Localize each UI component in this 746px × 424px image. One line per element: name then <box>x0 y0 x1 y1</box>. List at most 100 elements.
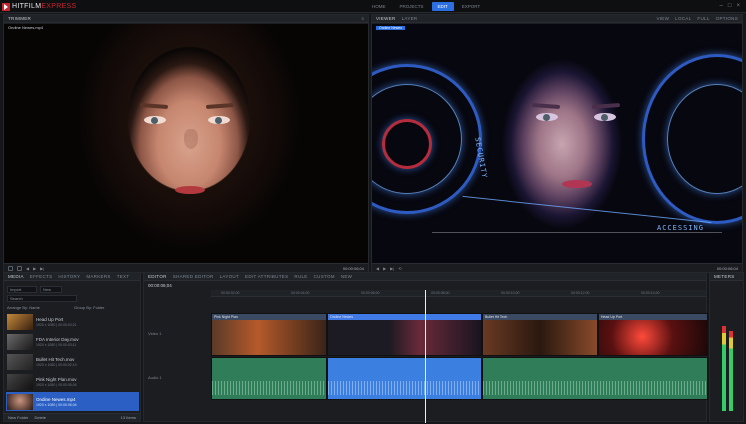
audio-clip-selected[interactable] <box>327 357 482 400</box>
meter-left <box>722 326 726 411</box>
clip-thumbnail <box>7 333 33 350</box>
list-item[interactable]: Head Up Port 1920 x 1080 | 00:00:04;21 <box>6 312 139 331</box>
clip-meta: 1920 x 1080 | 00:00:03;11 <box>36 342 77 347</box>
clip-name: Bullet Hit Tech.mov <box>36 356 75 362</box>
viewer-header: VIEWER LAYER VIEW LOCAL FULL OPTIONS <box>372 15 742 23</box>
play-icon[interactable]: ▶ <box>383 266 386 271</box>
viewer-video-frame[interactable]: Ondine Newes SECURITY ACCESSING <box>372 24 742 263</box>
ruler-tick: 00:00:04;00 <box>291 291 310 295</box>
tab-editor[interactable]: EDITOR <box>148 274 167 279</box>
clip-meta: 1920 x 1080 | 00:00:02;19 <box>36 362 77 367</box>
zoom-menu[interactable]: FULL <box>697 16 709 21</box>
tab-viewer[interactable]: VIEWER <box>376 16 396 21</box>
tab-new[interactable]: NEW <box>341 274 352 279</box>
tab-markers[interactable]: MARKERS <box>86 274 110 279</box>
list-item[interactable]: Pink Night Plan.mov 1920 x 1080 | 00:00:0… <box>6 372 139 391</box>
panel-menu-icon[interactable]: ≡ <box>361 16 364 21</box>
list-item[interactable]: Bullet Hit Tech.mov 1920 x 1080 | 00:00:0… <box>6 352 139 371</box>
clip-name: Pink Night Plan.mov <box>36 376 77 382</box>
clip-thumbnail <box>7 373 33 390</box>
prev-frame-icon[interactable]: ◀ <box>26 266 29 271</box>
import-button[interactable]: Import <box>7 286 37 293</box>
tab-edit-attributes[interactable]: EDIT ATTRIBUTES <box>245 274 288 279</box>
loop-icon[interactable]: ⟲ <box>398 266 401 271</box>
ruler-tick: 00:00:10;00 <box>501 291 520 295</box>
viewer-clip-tag: Ondine Newes <box>376 26 405 30</box>
video-clip[interactable]: Bullet Hit Tech <box>482 313 598 356</box>
tab-history[interactable]: HISTORY <box>58 274 80 279</box>
workspace-tabs: HOME PROJECTS EDIT EXPORT <box>366 2 486 11</box>
clip-meta: 1920 x 1080 | 00:00:05;04 <box>36 382 77 387</box>
editor-tabs: EDITOR SHARED EDITOR LAYOUT EDIT ATTRIBU… <box>144 273 706 281</box>
media-tabs: MEDIA EFFECTS HISTORY MARKERS TEXT <box>4 273 140 281</box>
editor-timecode: 00:00:06;04 <box>148 283 172 288</box>
meters-title: METERS <box>714 274 735 279</box>
video-clip-selected[interactable]: Ondine Newes <box>327 313 482 356</box>
trimmer-panel: TRIMMER ≡ Ondine Newes.mp4 ◀ ▶ ▶| 00:00:… <box>3 14 369 273</box>
delete-button[interactable]: Delete <box>34 415 46 420</box>
tab-layout[interactable]: LAYOUT <box>220 274 239 279</box>
search-input[interactable]: Search <box>7 295 77 302</box>
tab-home[interactable]: HOME <box>366 2 392 11</box>
play-logo-icon <box>2 2 10 11</box>
tab-shared-editor[interactable]: SHARED EDITOR <box>173 274 214 279</box>
new-button[interactable]: New <box>40 286 62 293</box>
track-label-video: Video 1 <box>148 331 162 336</box>
tab-text[interactable]: TEXT <box>117 274 130 279</box>
options-menu[interactable]: OPTIONS <box>716 16 738 21</box>
clip-thumbnail <box>7 393 33 410</box>
video-clip[interactable]: Head Up Port <box>598 313 708 356</box>
tab-export[interactable]: EXPORT <box>456 2 486 11</box>
list-item-selected[interactable]: Ondine Newes.mp4 1920 x 1080 | 00:00:06;0… <box>6 392 139 411</box>
meters-panel: METERS <box>709 272 744 422</box>
brand-main: HITFILM <box>12 3 42 10</box>
item-count: 13 Items <box>120 415 136 420</box>
tab-effects[interactable]: EFFECTS <box>30 274 53 279</box>
mark-in-icon[interactable] <box>8 265 13 271</box>
ruler-tick: 00:00:02;00 <box>221 291 240 295</box>
maximize-icon[interactable]: □ <box>728 3 732 9</box>
close-icon[interactable]: × <box>736 3 740 9</box>
tab-edit[interactable]: EDIT <box>431 2 454 11</box>
hud-text-accessing: ACCESSING <box>657 224 704 232</box>
tab-rule[interactable]: RULE <box>294 274 307 279</box>
prev-frame-icon[interactable]: ◀ <box>376 266 379 271</box>
next-frame-icon[interactable]: ▶| <box>40 266 44 271</box>
trimmer-clip-name: Ondine Newes.mp4 <box>8 25 44 30</box>
clip-meta: 1920 x 1080 | 00:00:04;21 <box>36 322 77 327</box>
audio-clip[interactable] <box>482 357 708 400</box>
viewer-transport: ◀ ▶ ▶| ⟲ 00:00:06;04 <box>372 263 742 272</box>
viewer-panel: VIEWER LAYER VIEW LOCAL FULL OPTIONS Ond… <box>371 14 743 273</box>
trimmer-transport: ◀ ▶ ▶| 00:00:06;04 <box>4 263 368 272</box>
clip-name: Head Up Port <box>36 316 64 322</box>
ruler-tick: 00:00:08;00 <box>431 291 450 295</box>
mark-out-icon[interactable] <box>17 265 22 271</box>
editor-panel: EDITOR SHARED EDITOR LAYOUT EDIT ATTRIBU… <box>143 272 708 423</box>
playhead[interactable] <box>425 290 426 423</box>
trimmer-video-frame[interactable] <box>4 24 368 263</box>
minimize-icon[interactable]: – <box>720 3 723 9</box>
clip-name: Ondine Newes.mp4 <box>36 396 76 402</box>
meters-header: METERS <box>710 273 743 281</box>
timeline-ruler[interactable]: 00:00:02;00 00:00:04;00 00:00:06;00 00:0… <box>211 290 706 297</box>
tab-layer[interactable]: LAYER <box>402 16 418 21</box>
viewer-timecode: 00:00:06;04 <box>716 265 738 271</box>
arrange-by[interactable]: Arrange By: Name <box>7 305 40 310</box>
tab-custom[interactable]: CUSTOM <box>314 274 335 279</box>
brand-accent: EXPRESS <box>41 3 77 10</box>
new-folder-button[interactable]: New Folder <box>8 415 28 420</box>
tab-projects[interactable]: PROJECTS <box>394 2 430 11</box>
media-footer: New Folder Delete 13 Items <box>4 413 140 421</box>
list-item[interactable]: FDA Interior Day.mov 1920 x 1080 | 00:00:… <box>6 332 139 351</box>
media-panel: MEDIA EFFECTS HISTORY MARKERS TEXT Impor… <box>3 272 141 422</box>
tab-media[interactable]: MEDIA <box>8 274 24 279</box>
meter-right <box>729 331 733 411</box>
audio-clip[interactable] <box>211 357 327 400</box>
local-menu[interactable]: LOCAL <box>675 16 691 21</box>
view-menu[interactable]: VIEW <box>656 16 669 21</box>
trimmer-header: TRIMMER ≡ <box>4 15 368 23</box>
video-clip[interactable]: Pink Night Plan <box>211 313 327 356</box>
play-icon[interactable]: ▶ <box>33 266 36 271</box>
group-by[interactable]: Group By: Folder <box>74 305 104 310</box>
next-frame-icon[interactable]: ▶| <box>390 266 394 271</box>
